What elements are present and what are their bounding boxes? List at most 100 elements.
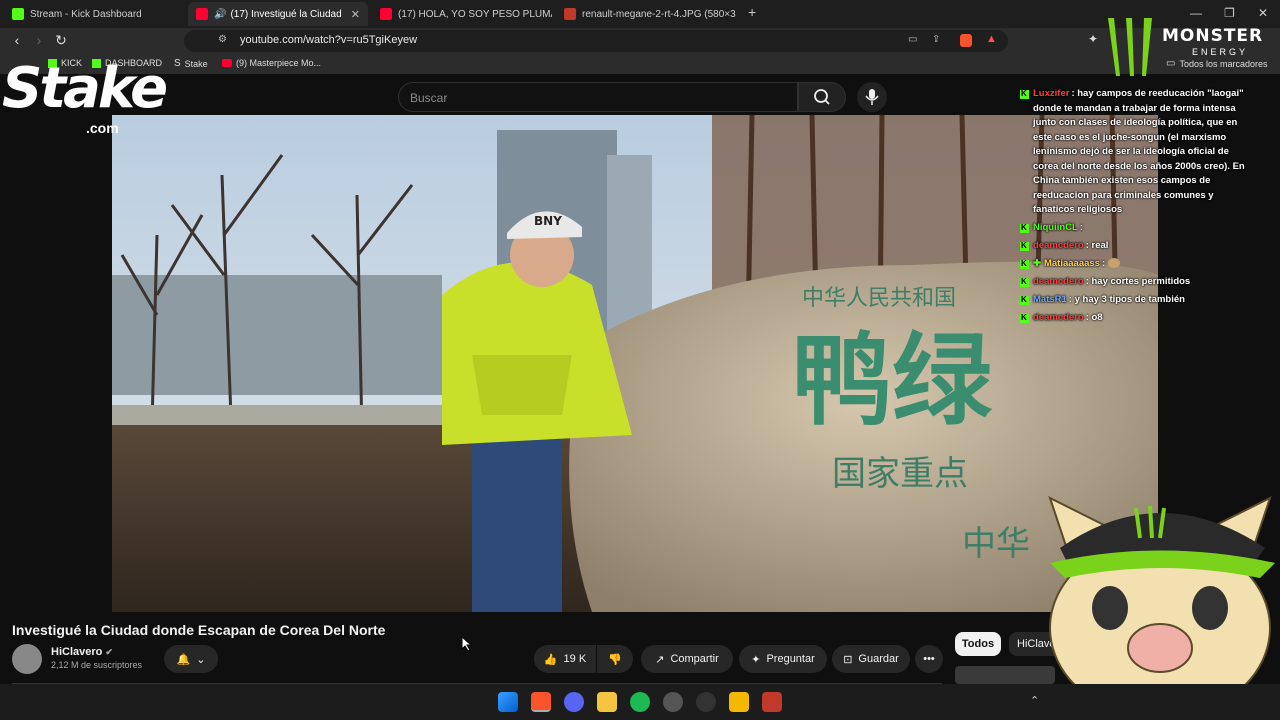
more-icon: ••• [923,653,935,665]
chat-text: : y hay 3 tipos de también [1068,294,1185,305]
bookmark-icon: ⊡ [843,653,853,666]
obs-icon[interactable] [663,692,683,712]
thumbs-down-icon: 👎 [608,653,622,666]
bookmark-masterpiece[interactable]: (9) Masterpiece Mo... [222,58,321,68]
chevron-up-icon[interactable]: ⌃ [1030,694,1039,707]
discord-icon[interactable] [564,692,584,712]
monster-sub-text: ENERGY [1192,47,1249,57]
spotify-icon[interactable] [630,692,650,712]
chat-username: deamcdero [1033,312,1084,323]
chat-message: deamcdero: real [1020,239,1252,254]
svg-text:BNY: BNY [534,214,562,228]
like-button[interactable]: 👍 19 K [534,645,596,673]
inscription-line-2: 鸭绿 [792,322,993,439]
tab-renault-image[interactable]: renault-megane-2-rt-4.JPG (580×31 [556,2,736,26]
minimize-icon[interactable]: — [1190,6,1202,20]
brave-browser-icon[interactable] [531,692,551,712]
stream-chat-overlay: Luxzifer: hay campos de reeducación "lao… [1020,87,1252,329]
voice-search-button[interactable] [857,82,887,112]
chat-text: : hay campos de reeducación "laogai" don… [1033,88,1245,215]
chat-username: MatsR1 [1033,294,1067,305]
chat-text: : hay cortes permitidos [1085,276,1191,287]
browser-tab-strip: Stream - Kick Dashboard 🔊 (17) Investigu… [0,0,1280,28]
share-label: Compartir [670,653,719,665]
maximize-icon[interactable]: ❐ [1224,6,1235,20]
youtube-icon [380,8,392,20]
like-count: 19 K [563,653,587,665]
notification-bell-button[interactable]: 🔔 ⌄ [164,645,218,673]
thumbs-up-icon: 👍 [543,653,558,666]
share-button[interactable]: ↗ Compartir [641,645,733,673]
channel-avatar[interactable] [12,644,42,674]
chat-text: : [1101,258,1106,269]
subscriber-count: 2,12 M de suscriptores [51,660,143,670]
chat-text: : o8 [1085,312,1103,323]
chat-message: deamcdero: o8 [1020,311,1252,326]
search-input[interactable]: Buscar [398,82,798,112]
dislike-button[interactable]: 👎 [597,645,633,673]
bookmark-stake[interactable]: S Stake [174,58,208,69]
chat-username: Matiaaaaass [1043,258,1100,269]
chat-message: NiquiinCL: [1020,221,1252,236]
windows-start-icon[interactable] [498,692,518,712]
kick-badge-icon [1020,311,1029,326]
save-button[interactable]: ⊡ Guardar [832,645,910,673]
chat-text: : real [1085,240,1109,251]
windows-taskbar: ⌃ [0,684,1280,720]
search-button[interactable] [798,82,846,112]
address-bar[interactable]: ⚙ youtube.com/watch?v=ru5TgiKeyew ▭ ⇪ ▲ [184,30,1008,52]
youtube-icon [196,8,208,20]
kick-badge-icon [1020,275,1029,290]
all-bookmarks[interactable]: ▭ Todos los marcadores [1166,58,1268,69]
chat-username: Luxzifer [1033,88,1070,99]
reload-icon[interactable]: ↻ [52,32,70,49]
close-tab-icon[interactable]: ✕ [351,8,360,21]
chat-message: Luxzifer: hay campos de reeducación "lao… [1020,87,1252,218]
youtube-icon [222,59,232,67]
kick-badge-icon [1020,293,1029,308]
url-text: youtube.com/watch?v=ru5TgiKeyew [240,34,418,46]
chat-message: deamcdero: hay cortes permitidos [1020,275,1252,290]
stake-logo: Stake [2,56,168,121]
cast-icon[interactable]: ▭ [908,34,917,45]
channel-name[interactable]: HiClavero ✔ [51,646,113,658]
tab-title: Stream - Kick Dashboard [30,8,142,20]
monster-brand-text: MONSTER [1162,26,1264,46]
kick-badge-icon [1020,257,1029,272]
filter-chip-all[interactable]: Todos [955,632,1001,656]
stake-logo-suffix: .com [86,120,119,136]
close-window-icon[interactable]: ✕ [1258,6,1268,20]
tab-youtube-active[interactable]: 🔊 (17) Investigué la Ciudad don ✕ [188,2,368,26]
inscription-line-1: 中华人民共和国 [802,286,956,311]
kick-icon [12,8,24,20]
ask-button[interactable]: ✦ Preguntar [739,645,827,673]
tab-kick-dashboard[interactable]: Stream - Kick Dashboard [4,2,184,26]
emote-icon [1107,258,1120,269]
ask-label: Preguntar [766,653,815,665]
tab-youtube-peso-pluma[interactable]: (17) HOLA, YO SOY PESO PLUMA // I [372,2,552,26]
bookmark-label: (9) Masterpiece Mo... [236,58,322,68]
video-player[interactable]: 中华人民共和国 鸭绿 国家重点 中华 BNY [112,115,1158,612]
speaker-icon: 🔊 [214,8,227,20]
tab-title: (17) Investigué la Ciudad don [230,8,342,20]
emote-icon [1085,222,1108,233]
mouse-cursor-icon [461,636,473,652]
cat-mascot-overlay [1048,496,1275,684]
app-icon[interactable] [696,692,716,712]
rockstar-launcher-icon[interactable] [729,692,749,712]
file-explorer-icon[interactable] [597,692,617,712]
brave-rewards-icon[interactable]: ▲ [986,33,997,45]
new-tab-button[interactable]: + [748,4,756,20]
back-icon[interactable]: ‹ [8,32,26,48]
more-actions-button[interactable]: ••• [915,645,943,673]
monster-claw-icon [1108,18,1152,76]
share-icon[interactable]: ⇪ [932,34,940,45]
chat-username: deamcdero [1033,276,1084,287]
bookmark-label: Stake [184,58,208,69]
brave-shield-icon[interactable] [960,34,972,47]
forward-icon[interactable]: › [30,32,48,48]
channel-name-text: HiClavero [51,646,103,658]
site-info-icon[interactable]: ⚙ [218,34,227,45]
kick-badge-icon [1020,87,1029,102]
app-red-icon[interactable] [762,692,782,712]
